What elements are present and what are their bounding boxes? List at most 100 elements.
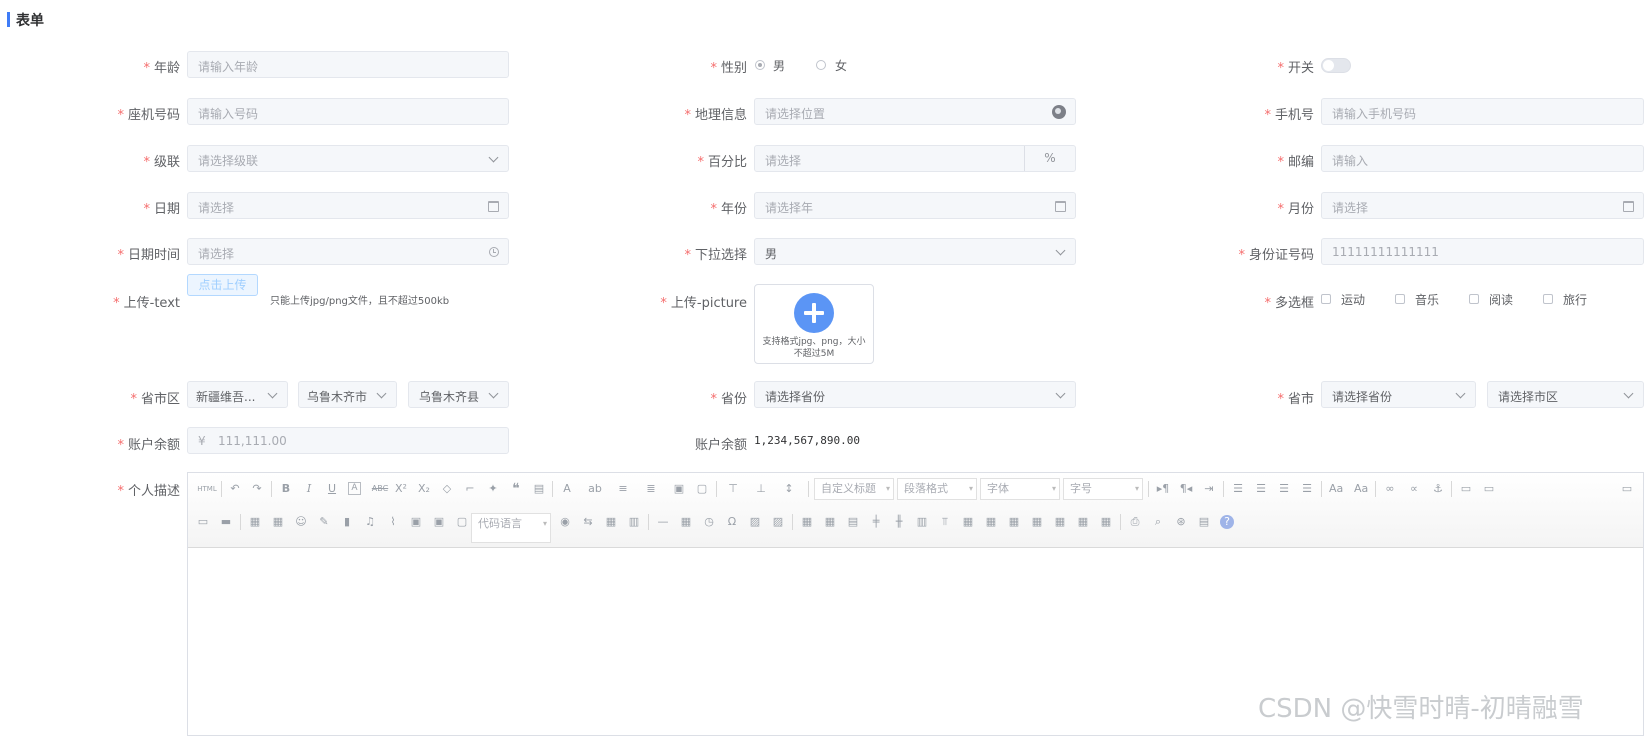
checkbox-travel-label[interactable]: 旅行: [1563, 291, 1587, 308]
gender-option-female[interactable]: 女: [835, 57, 847, 74]
font-color-icon[interactable]: A: [560, 482, 574, 496]
insert-col-icon[interactable]: ▥: [915, 515, 929, 529]
time-insert-icon[interactable]: ◷: [702, 515, 716, 529]
align-justify-icon[interactable]: ☰: [1300, 482, 1314, 496]
checkbox-reading-label[interactable]: 阅读: [1489, 291, 1513, 308]
insert-frame-icon[interactable]: ▬: [219, 515, 233, 529]
postcode-input[interactable]: 请输入: [1321, 145, 1644, 172]
checkbox-travel[interactable]: [1543, 294, 1553, 304]
code-language-select[interactable]: 代码语言: [471, 513, 551, 543]
checkbox-sport[interactable]: [1321, 294, 1331, 304]
upload-button[interactable]: 点击上传: [187, 274, 258, 296]
split-cells-icon[interactable]: ▦: [1030, 515, 1044, 529]
bold-icon[interactable]: B: [279, 482, 293, 496]
insert-code-icon[interactable]: ▢: [455, 515, 469, 529]
gender-option-male[interactable]: 男: [773, 57, 785, 74]
checkbox-reading[interactable]: [1469, 294, 1479, 304]
simple-upload-icon[interactable]: ▦: [248, 515, 262, 529]
font-border-icon[interactable]: A: [348, 482, 361, 495]
mobile-input[interactable]: 请输入手机号码: [1321, 98, 1644, 125]
template-icon[interactable]: ◉: [558, 515, 572, 529]
datetime-picker[interactable]: 请选择: [187, 238, 509, 265]
unlink-icon[interactable]: ∝: [1407, 482, 1421, 496]
wordimage-icon[interactable]: ▦: [604, 515, 618, 529]
auto-format-icon[interactable]: ✦: [486, 482, 500, 496]
clear-doc-icon[interactable]: ▢: [695, 482, 709, 496]
paragraph-format-select[interactable]: 段落格式: [897, 478, 977, 500]
rtl-icon[interactable]: ¶◂: [1179, 482, 1193, 496]
gender-radio-female[interactable]: [816, 60, 826, 70]
row-spacing-top-icon[interactable]: ⊤: [726, 482, 740, 496]
dropdown-select[interactable]: 男: [754, 238, 1076, 265]
google-map-icon[interactable]: ▣: [432, 515, 446, 529]
help-icon[interactable]: ?: [1220, 515, 1234, 529]
split-cols-icon[interactable]: ▦: [1076, 515, 1090, 529]
cascade-select[interactable]: 请选择级联: [187, 145, 509, 172]
subscript-icon[interactable]: X₂: [417, 482, 431, 496]
gender-radio-male[interactable]: [755, 60, 765, 70]
italic-icon[interactable]: I: [302, 482, 316, 496]
align-left-icon[interactable]: ☰: [1231, 482, 1245, 496]
province-select[interactable]: 请选择省份: [754, 381, 1076, 408]
image-left-icon[interactable]: ▭: [1482, 482, 1496, 496]
align-right-icon[interactable]: ☰: [1277, 482, 1291, 496]
delete-col-icon[interactable]: ⫪: [938, 515, 952, 529]
chart-icon[interactable]: ▦: [1099, 515, 1113, 529]
delete-row-icon[interactable]: ╫: [892, 515, 906, 529]
unordered-list-icon[interactable]: ≣: [644, 482, 658, 496]
undo-icon[interactable]: ↶: [228, 482, 242, 496]
format-brush-icon[interactable]: ⌐: [463, 482, 477, 496]
checkbox-music-label[interactable]: 音乐: [1415, 291, 1439, 308]
align-center-icon[interactable]: ☰: [1254, 482, 1268, 496]
region-province-select[interactable]: 新疆维吾...: [187, 381, 288, 408]
eraser-icon[interactable]: ◇: [440, 482, 454, 496]
word-import-icon[interactable]: ▨: [771, 515, 785, 529]
date-insert-icon[interactable]: ▦: [679, 515, 693, 529]
scrawl-icon[interactable]: ✎: [317, 515, 331, 529]
insert-paragraph-icon[interactable]: ▤: [846, 515, 860, 529]
line-height-icon[interactable]: ↕: [782, 482, 796, 496]
snapscreen-icon[interactable]: ▨: [748, 515, 762, 529]
blockquote-icon[interactable]: ❝: [509, 482, 523, 496]
superscript-icon[interactable]: X²: [394, 482, 408, 496]
page-break-icon[interactable]: ▥: [627, 515, 641, 529]
paste-plain-icon[interactable]: ▤: [532, 482, 546, 496]
preview-icon[interactable]: ⌕: [1151, 515, 1165, 529]
print-icon[interactable]: ⎙: [1128, 515, 1142, 529]
age-input[interactable]: 请输入年龄: [187, 51, 509, 78]
music-icon[interactable]: ♫: [363, 515, 377, 529]
balance-input[interactable]: ¥111,111.00: [187, 427, 509, 454]
image-right-icon[interactable]: ▭: [1620, 482, 1634, 496]
font-family-select[interactable]: 字体: [980, 478, 1060, 500]
attachment-icon[interactable]: ⌇: [386, 515, 400, 529]
date-picker[interactable]: 请选择: [187, 192, 509, 219]
redo-icon[interactable]: ↷: [250, 482, 264, 496]
checkbox-music[interactable]: [1395, 294, 1405, 304]
merge-right-icon[interactable]: ▦: [984, 515, 998, 529]
ltr-icon[interactable]: ▸¶: [1156, 482, 1170, 496]
split-rows-icon[interactable]: ▦: [1053, 515, 1067, 529]
indent-icon[interactable]: ⇥: [1202, 482, 1216, 496]
lowercase-icon[interactable]: Aa: [1354, 482, 1368, 496]
idcard-input[interactable]: 11111111111111: [1321, 238, 1644, 265]
insert-row-icon[interactable]: ╪: [869, 515, 883, 529]
province-city-city-select[interactable]: 请选择市区: [1487, 381, 1644, 408]
search-replace-icon[interactable]: ⊛: [1174, 515, 1188, 529]
merge-down-icon[interactable]: ▦: [1007, 515, 1021, 529]
insert-image-icon[interactable]: ▦: [271, 515, 285, 529]
plus-icon[interactable]: [794, 293, 834, 333]
switch-toggle[interactable]: [1321, 58, 1351, 73]
region-city-select[interactable]: 乌鲁木齐市: [298, 381, 397, 408]
select-all-icon[interactable]: ▣: [672, 482, 686, 496]
insert-table-icon[interactable]: ▦: [800, 515, 814, 529]
horizontal-rule-icon[interactable]: —: [656, 515, 670, 529]
landline-input[interactable]: 请输入号码: [187, 98, 509, 125]
region-county-select[interactable]: 乌鲁木齐县: [408, 381, 509, 408]
highlight-icon[interactable]: ab: [588, 482, 602, 496]
ordered-list-icon[interactable]: ≡: [616, 482, 630, 496]
drafts-icon[interactable]: ▤: [1197, 515, 1211, 529]
province-city-province-select[interactable]: 请选择省份: [1321, 381, 1476, 408]
anchor-icon[interactable]: ⚓: [1431, 482, 1445, 496]
map-icon[interactable]: ▣: [409, 515, 423, 529]
underline-icon[interactable]: U: [325, 482, 339, 496]
